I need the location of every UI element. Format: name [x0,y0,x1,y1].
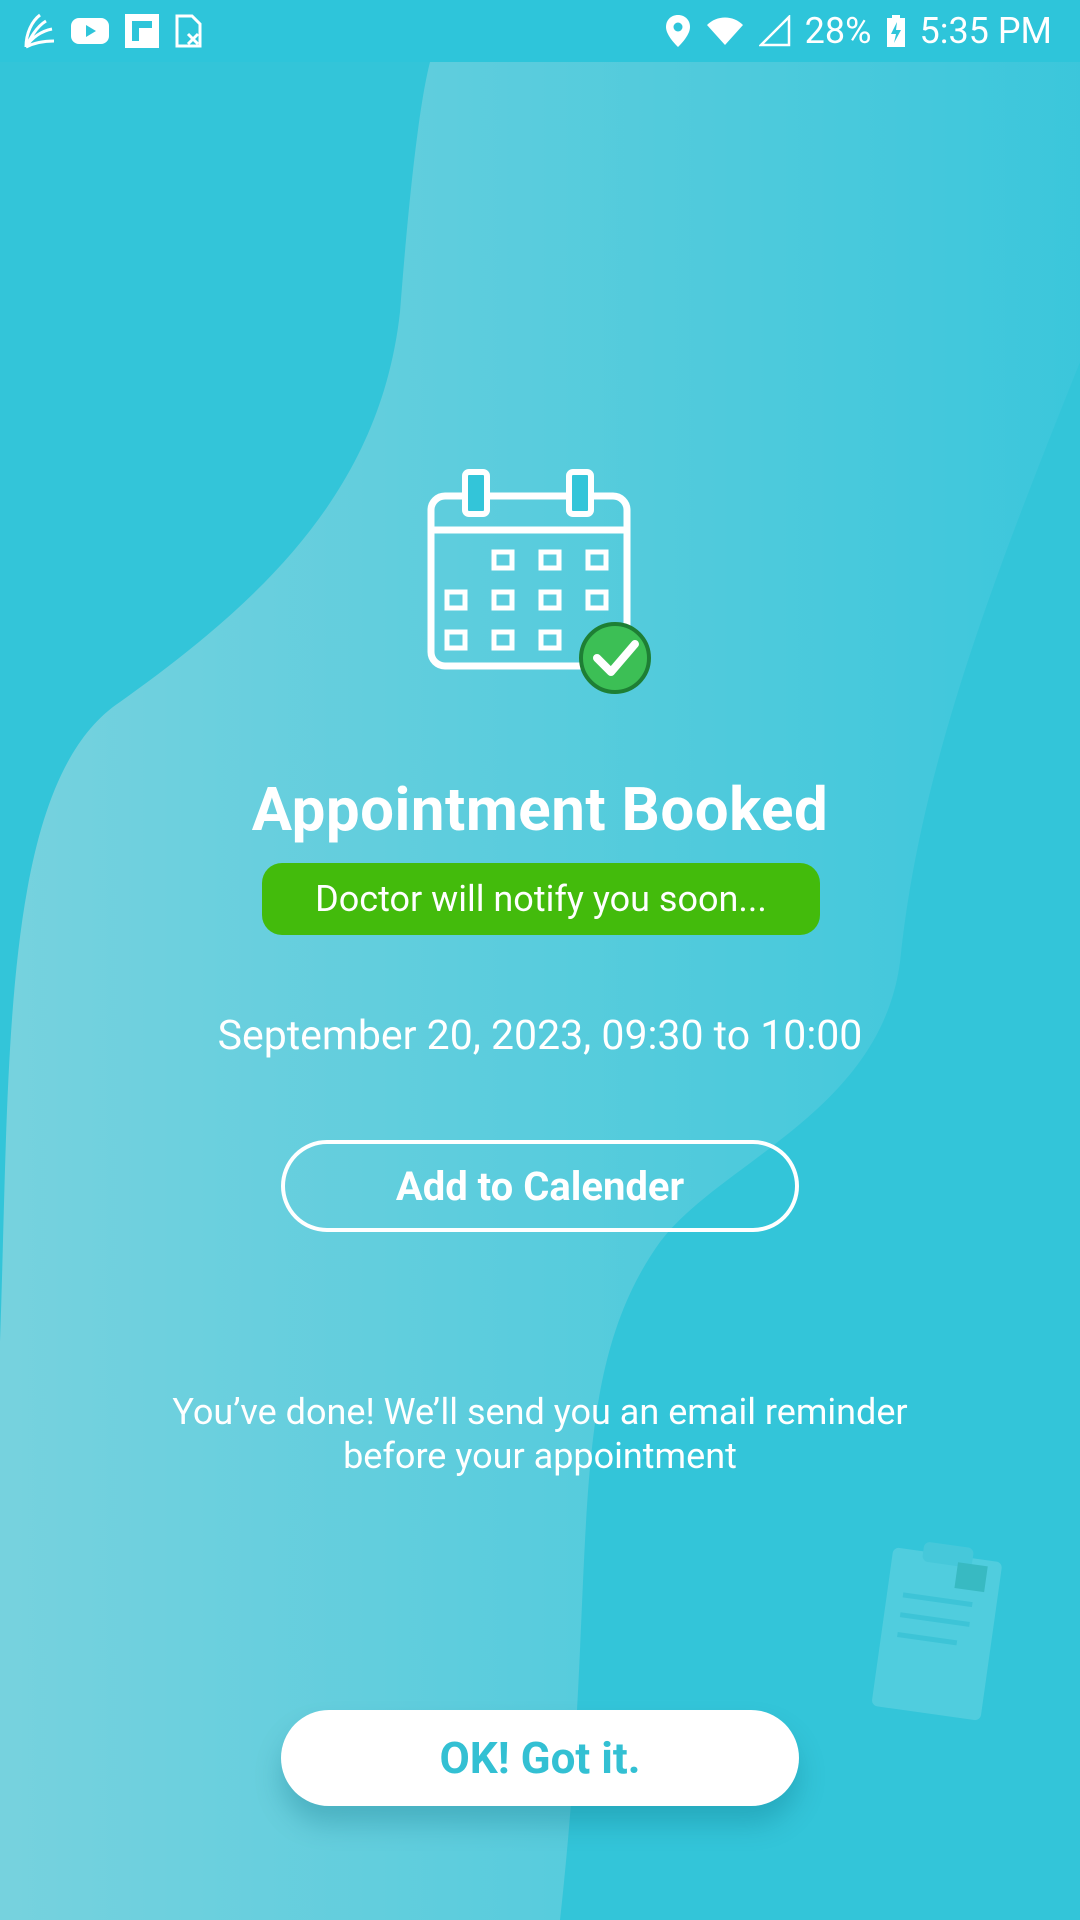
reminder-line-1: You’ve done! We’ll send you an email rem… [172,1391,908,1433]
battery-percent: 28% [804,10,872,52]
status-bar: 28% 5:35 PM [0,0,1080,62]
clipboard-icon [872,1542,1002,1721]
notify-badge: Doctor will notify you soon... [262,863,820,935]
ok-got-it-button[interactable]: OK! Got it. [281,1710,799,1806]
youtube-icon [70,16,110,46]
location-icon [665,14,691,48]
reminder-text: You’ve done! We’ll send you an email rem… [140,1390,940,1478]
reminder-line-2: before your appointment [343,1435,737,1477]
status-bar-right: 28% 5:35 PM [665,10,1052,52]
page-title: Appointment Booked [251,774,829,845]
wifi-icon [705,15,745,47]
calendar-check-icon [427,469,651,694]
signal-icon [758,15,791,47]
add-to-calendar-button[interactable]: Add to Calender [281,1140,799,1232]
battery-charging-icon [886,14,906,48]
sim-off-icon [174,14,204,48]
appointment-datetime: September 20, 2023, 09:30 to 10:00 [217,1012,863,1060]
status-bar-left [22,13,204,49]
clock: 5:35 PM [919,10,1053,52]
notification-app-icon [22,13,56,49]
flipboard-icon [124,13,160,49]
